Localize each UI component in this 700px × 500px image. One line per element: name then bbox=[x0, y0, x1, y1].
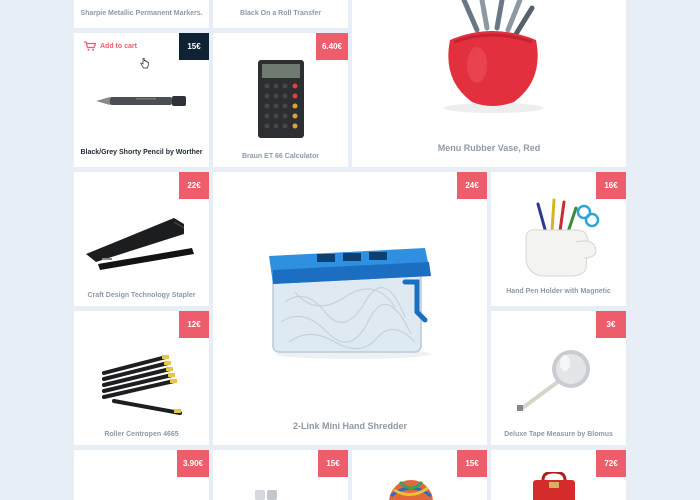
product-card-bottom-4[interactable]: 72€ bbox=[491, 450, 626, 500]
vase-image bbox=[444, 0, 544, 113]
add-to-cart-button[interactable]: Add to cart bbox=[84, 41, 137, 51]
product-name: Black On a Roll Transfer bbox=[240, 10, 321, 17]
pen-holder-image bbox=[525, 198, 600, 277]
product-name: Roller Centropen 4665 bbox=[104, 431, 179, 438]
product-name: Sharpie Metallic Permanent Markers. bbox=[80, 10, 203, 17]
product-name: Deluxe Tape Measure by Blomus bbox=[504, 431, 613, 438]
product-card-calculator[interactable]: 6.40€ Braun ET 66 Calculator bbox=[213, 33, 348, 167]
product-card-roller-centropen[interactable]: 12€ Roller Centropen 4665 bbox=[74, 311, 209, 445]
calculator-image bbox=[258, 60, 304, 138]
product-card-sharpie[interactable]: Sharpie Metallic Permanent Markers. bbox=[74, 0, 209, 28]
tape-measure-image bbox=[517, 350, 590, 411]
product-card-stapler[interactable]: 22€ Craft Design Technology Stapler bbox=[74, 172, 209, 306]
price-badge: 6.40€ bbox=[315, 33, 348, 60]
cart-icon bbox=[84, 41, 96, 51]
price-badge: 12€ bbox=[179, 311, 209, 338]
product-card-bottom-1[interactable]: 3.90€ bbox=[74, 450, 209, 500]
pencil-image bbox=[96, 96, 186, 106]
stapler-image bbox=[86, 218, 194, 270]
price-badge: 72€ bbox=[596, 450, 626, 477]
product-name: 2-Link Mini Hand Shredder bbox=[292, 421, 407, 431]
product-name: Craft Design Technology Stapler bbox=[87, 292, 196, 299]
product-card-rubber-vase[interactable]: Menu Rubber Vase, Red bbox=[352, 0, 626, 167]
bottom-product-image bbox=[255, 490, 277, 500]
price-badge: 15€ bbox=[179, 33, 209, 60]
price-badge: 15€ bbox=[457, 450, 487, 477]
product-card-bottom-2[interactable]: 15€ bbox=[213, 450, 348, 500]
rubber-band-ball-image bbox=[389, 480, 433, 500]
product-card-bottom-3[interactable]: 15€ bbox=[352, 450, 487, 500]
price-badge: 15€ bbox=[318, 450, 348, 477]
price-badge: 3€ bbox=[596, 311, 626, 338]
product-card-tape-measure[interactable]: 3€ Deluxe Tape Measure by Blomus bbox=[491, 311, 626, 445]
product-name: Hand Pen Holder with Magnetic bbox=[506, 288, 611, 295]
price-badge: 3.90€ bbox=[176, 450, 209, 477]
product-card-black-on-a-roll[interactable]: Black On a Roll Transfer bbox=[213, 0, 348, 28]
pens-image bbox=[102, 355, 182, 415]
product-name: Black/Grey Shorty Pencil by Worther bbox=[80, 149, 203, 156]
product-name: Menu Rubber Vase, Red bbox=[437, 143, 541, 153]
shredder-image bbox=[269, 248, 431, 359]
add-to-cart-label: Add to cart bbox=[100, 42, 137, 50]
price-badge: 16€ bbox=[596, 172, 626, 199]
product-card-shorty-pencil[interactable]: Add to cart 15€ Black/Grey Shorty Pencil… bbox=[74, 33, 209, 167]
hand-cursor-icon bbox=[140, 58, 149, 69]
red-bag-image bbox=[533, 472, 575, 500]
product-name: Braun ET 66 Calculator bbox=[241, 153, 320, 160]
product-card-hand-pen-holder[interactable]: 16€ Hand Pen Holder with Magnetic bbox=[491, 172, 626, 306]
price-badge: 24€ bbox=[457, 172, 487, 199]
product-card-shredder[interactable]: 24€ 2-Link Mini Hand Shredder bbox=[213, 172, 487, 445]
price-badge: 22€ bbox=[179, 172, 209, 199]
